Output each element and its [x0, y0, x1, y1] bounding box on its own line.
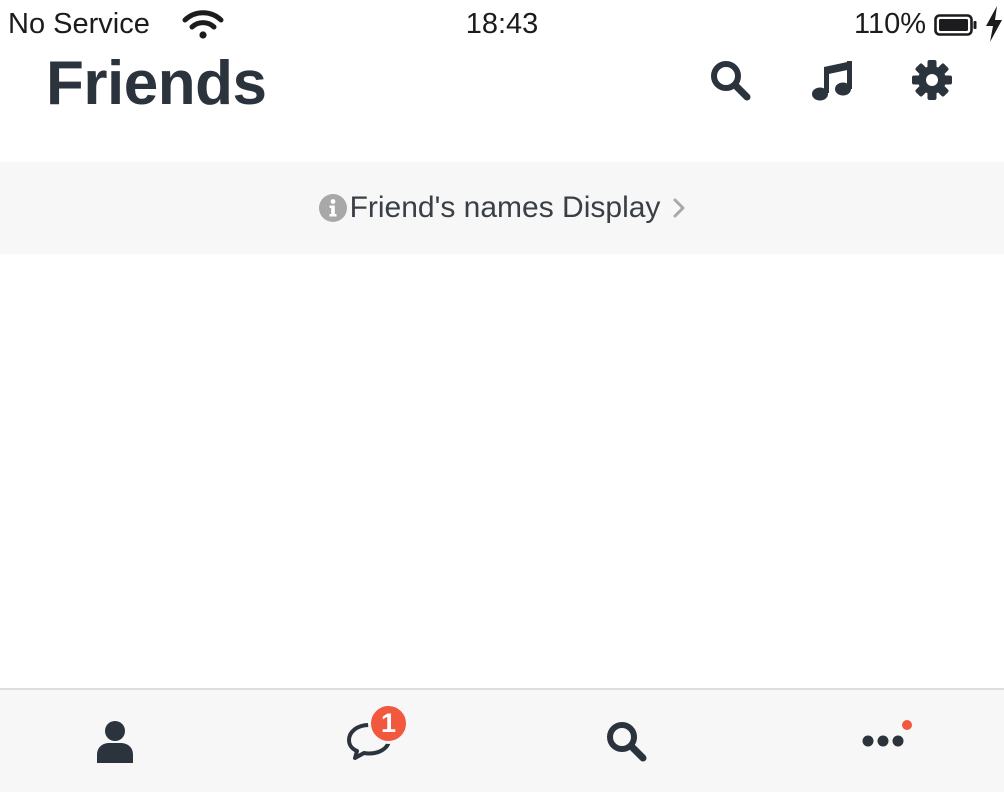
friends-screen: No Service 18:43 110% Friends Friend's n…: [0, 0, 1004, 792]
notification-dot: [902, 720, 912, 730]
charging-bolt-icon: [986, 6, 1002, 42]
search-icon: [711, 61, 751, 101]
settings-button[interactable]: [906, 54, 958, 106]
friends-names-display-banner[interactable]: Friend's names Display: [0, 162, 1004, 254]
page-title: Friends: [46, 49, 267, 118]
wifi-icon: [182, 10, 224, 39]
chevron-right-icon: [673, 198, 685, 218]
person-icon: [97, 721, 133, 763]
banner-label: Friend's names Display: [349, 191, 661, 224]
gear-icon: [912, 60, 952, 100]
music-button[interactable]: [806, 54, 858, 106]
tab-search[interactable]: [566, 690, 686, 792]
tab-friends[interactable]: [55, 690, 175, 792]
search-icon: [607, 722, 647, 762]
bottom-tab-bar: [0, 688, 1004, 792]
battery-icon: [934, 14, 977, 36]
tab-chats[interactable]: [309, 690, 429, 792]
status-bar: No Service 18:43 110%: [0, 0, 1004, 48]
search-button[interactable]: [704, 54, 756, 106]
unread-badge: 1: [368, 703, 409, 744]
carrier-label: No Service: [8, 8, 150, 40]
more-dots-icon: [862, 735, 904, 747]
tab-more[interactable]: [823, 690, 943, 792]
info-icon: [318, 194, 347, 222]
music-note-icon: [812, 61, 852, 101]
battery-percentage: 110%: [853, 8, 926, 40]
